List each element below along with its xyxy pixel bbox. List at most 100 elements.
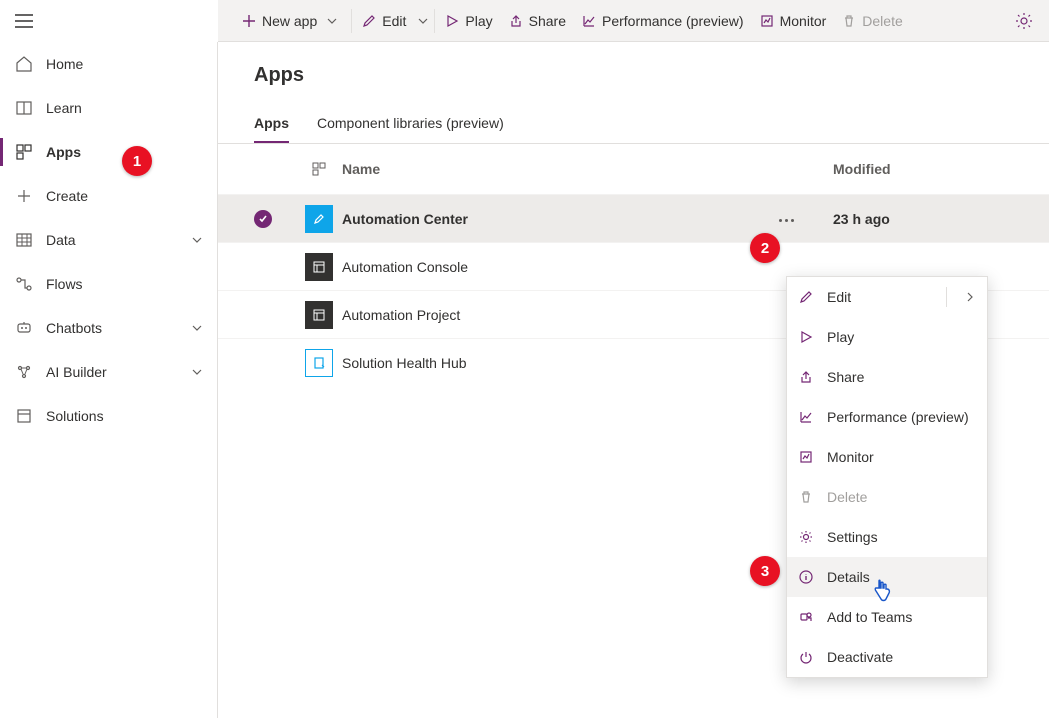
separator [434,9,435,33]
chevron-down-icon [323,16,341,26]
button-label: Play [465,13,492,29]
sidebar-item-solutions[interactable]: Solutions [0,394,217,438]
edit-icon [362,14,376,28]
ai-builder-icon [14,362,34,382]
sidebar-item-ai-builder[interactable]: AI Builder [0,350,217,394]
edit-button[interactable]: Edit [354,5,414,37]
menu-item-settings[interactable]: Settings [787,517,987,557]
menu-item-share[interactable]: Share [787,357,987,397]
menu-item-delete: Delete [787,477,987,517]
more-actions-button[interactable] [773,213,800,228]
menu-item-edit[interactable]: Edit [787,277,987,317]
button-label: Edit [382,13,406,29]
menu-item-play[interactable]: Play [787,317,987,357]
column-header-modified[interactable]: Modified [833,161,1013,177]
button-label: Share [529,13,566,29]
chevron-down-icon [191,366,203,378]
sidebar-item-label: Create [46,188,88,204]
monitor-icon [799,450,817,464]
menu-item-label: Play [827,329,854,345]
sidebar-item-label: Apps [46,144,81,160]
power-icon [799,650,817,664]
selected-checkmark-icon[interactable] [254,210,272,228]
menu-item-performance[interactable]: Performance (preview) [787,397,987,437]
button-label: Performance (preview) [602,13,744,29]
health-app-icon [305,349,333,377]
app-type-column-icon [296,161,342,177]
sidebar-item-create[interactable]: Create [0,174,217,218]
menu-item-label: Deactivate [827,649,893,665]
delete-button: Delete [834,5,910,37]
separator [351,9,352,33]
sidebar-item-label: Chatbots [46,320,102,336]
model-app-icon [305,253,333,281]
menu-item-label: Performance (preview) [827,409,969,425]
play-button[interactable]: Play [437,5,500,37]
menu-item-label: Share [827,369,864,385]
new-app-button[interactable]: New app [234,5,349,37]
sidebar-item-label: Learn [46,100,82,116]
menu-item-label: Settings [827,529,878,545]
hamburger-menu[interactable] [0,0,48,42]
teams-icon [799,610,817,624]
menu-item-label: Add to Teams [827,609,912,625]
performance-icon [582,14,596,28]
sidebar-item-home[interactable]: Home [0,42,217,86]
app-name: Automation Console [342,259,773,275]
plus-icon [242,14,256,28]
plus-icon [14,186,34,206]
sidebar-item-label: Home [46,56,83,72]
sidebar-item-data[interactable]: Data [0,218,217,262]
chevron-down-icon [191,322,203,334]
annotation-2: 2 [750,233,780,263]
home-icon [14,54,34,74]
share-icon [799,370,817,384]
menu-item-label: Edit [827,289,851,305]
sidebar-item-label: Solutions [46,408,104,424]
app-name: Automation Project [342,307,773,323]
delete-icon [799,490,817,504]
annotation-1: 1 [122,146,152,176]
apps-icon [14,142,34,162]
sidebar-item-label: AI Builder [46,364,107,380]
column-header-name[interactable]: Name [342,161,773,177]
play-icon [799,330,817,344]
monitor-button[interactable]: Monitor [752,5,835,37]
sidebar-item-label: Flows [46,276,83,292]
sidebar: Home Learn Apps Create Data Flows Chatbo… [0,42,218,718]
separator [946,287,947,307]
hamburger-icon [15,14,33,28]
tab-apps[interactable]: Apps [254,105,289,143]
menu-item-monitor[interactable]: Monitor [787,437,987,477]
chatbot-icon [14,318,34,338]
annotation-3: 3 [750,556,780,586]
cursor-pointer-icon [871,579,893,605]
chevron-right-icon [965,292,975,302]
tab-component-libraries[interactable]: Component libraries (preview) [317,105,504,143]
table-row[interactable]: Automation Center 23 h ago [218,194,1049,242]
sidebar-item-label: Data [46,232,76,248]
toolbar: New app Edit Play Share Performance (pre… [218,0,1049,42]
book-icon [14,98,34,118]
model-app-icon [305,301,333,329]
button-label: New app [262,13,317,29]
data-icon [14,230,34,250]
sidebar-item-learn[interactable]: Learn [0,86,217,130]
monitor-icon [760,14,774,28]
tabs: Apps Component libraries (preview) [218,105,1049,144]
flows-icon [14,274,34,294]
menu-item-deactivate[interactable]: Deactivate [787,637,987,677]
sidebar-item-apps[interactable]: Apps [0,130,217,174]
button-label: Monitor [780,13,827,29]
share-button[interactable]: Share [501,5,574,37]
edit-dropdown[interactable] [414,16,432,26]
app-name: Solution Health Hub [342,355,773,371]
sidebar-item-flows[interactable]: Flows [0,262,217,306]
settings-button[interactable] [1007,12,1041,30]
menu-item-label: Monitor [827,449,874,465]
menu-item-label: Details [827,569,870,585]
sidebar-item-chatbots[interactable]: Chatbots [0,306,217,350]
page-title: Apps [218,64,1049,105]
performance-button[interactable]: Performance (preview) [574,5,752,37]
context-menu: Edit Play Share Performance (preview) Mo… [786,276,988,678]
